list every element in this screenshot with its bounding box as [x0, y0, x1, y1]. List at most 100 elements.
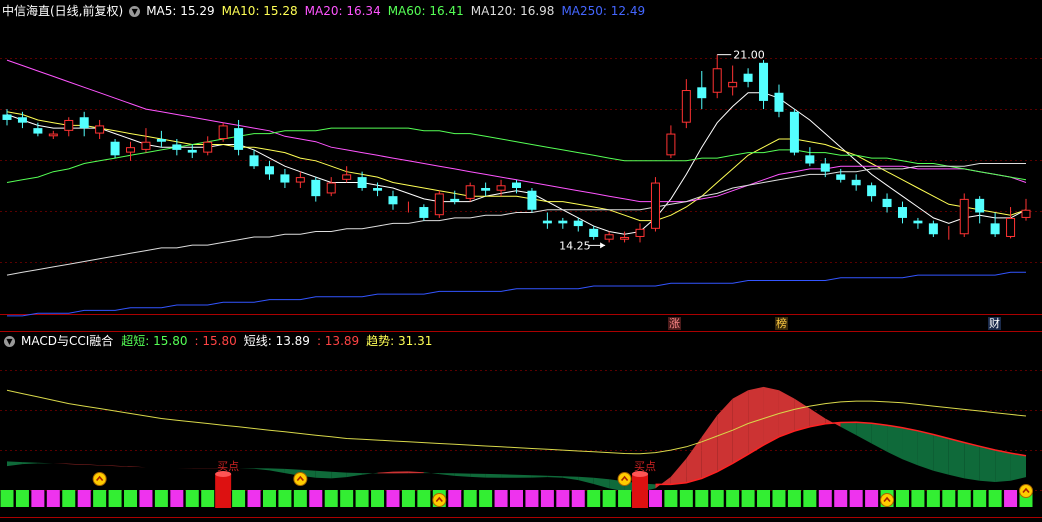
signal-square — [263, 490, 276, 507]
candle-body — [883, 199, 892, 207]
signal-square — [865, 490, 878, 507]
candle-body — [651, 183, 659, 228]
signal-square — [371, 490, 384, 507]
ma-legend-item: MA10: 15.28 — [222, 1, 298, 21]
signal-square — [695, 490, 708, 507]
macd-ribbon-segment — [486, 474, 501, 478]
macd-ribbon-segment — [501, 474, 516, 477]
macd-ribbon-segment — [918, 431, 933, 471]
candle-body — [898, 207, 907, 218]
signal-square — [942, 490, 955, 507]
candle-body — [621, 237, 629, 239]
buy-point-icon — [294, 473, 307, 486]
candle-body — [774, 93, 783, 112]
signal-square — [62, 490, 75, 507]
buy-point-icon — [618, 473, 631, 486]
indicator-panel-header: ▼ MACD与CCI融合 超短: 15.80: 15.80短线: 13.89: … — [2, 331, 445, 351]
buy-signal-bar — [632, 474, 648, 508]
candle-body — [1022, 210, 1030, 217]
limit-up-marker[interactable]: 涨 — [668, 317, 681, 330]
macd-ribbon-segment — [980, 446, 995, 482]
price-panel-header: 中信海直(日线,前复权) ▼ MA5: 15.29MA10: 15.28MA20… — [2, 1, 658, 21]
signal-square — [402, 490, 415, 507]
signal-square — [680, 490, 693, 507]
buy-signal-label: 买点 — [634, 460, 656, 473]
candle-body — [589, 229, 598, 237]
signal-square — [819, 490, 832, 507]
candle-body — [219, 126, 227, 139]
signal-square — [788, 490, 801, 507]
chevron-down-icon[interactable]: ▼ — [4, 336, 15, 347]
candle-body — [605, 235, 613, 239]
signal-square — [896, 490, 909, 507]
signal-square — [664, 490, 677, 507]
chevron-down-icon[interactable]: ▼ — [129, 6, 140, 17]
signal-square — [803, 490, 816, 507]
ma-legend-item: MA120: 16.98 — [471, 1, 555, 21]
signal-square — [973, 490, 986, 507]
candle-body — [790, 112, 799, 153]
price-panel-title: 中信海直(日线,前复权) — [2, 1, 123, 21]
macd-ribbon-segment — [995, 450, 1010, 482]
candle-body — [821, 164, 830, 172]
signal-square — [170, 490, 183, 507]
candle-body — [729, 82, 737, 86]
signal-square — [572, 490, 585, 507]
candle-body — [636, 229, 644, 236]
finance-marker[interactable]: 财 — [988, 317, 1001, 330]
indicator-value: 趋势: 31.31 — [366, 331, 432, 351]
signal-square — [726, 490, 739, 507]
signal-square — [340, 490, 353, 507]
signal-square — [31, 490, 44, 507]
signal-square — [649, 490, 662, 507]
candle-body — [836, 174, 845, 179]
signal-square — [417, 490, 430, 507]
signal-square — [495, 490, 508, 507]
candle-body — [481, 188, 490, 191]
candle-body — [682, 91, 690, 123]
candle-body — [172, 144, 181, 149]
signal-square — [958, 490, 971, 507]
signal-square — [618, 490, 631, 507]
signal-square — [47, 490, 60, 507]
signal-square — [772, 490, 785, 507]
candle-body — [234, 128, 243, 150]
signal-square — [448, 490, 461, 507]
ma-legend-item: MA20: 16.34 — [305, 1, 381, 21]
signal-square — [186, 490, 199, 507]
signal-square — [927, 490, 940, 507]
signal-square — [78, 490, 91, 507]
candle-body — [558, 221, 567, 224]
candle-body — [527, 191, 536, 210]
signal-square — [124, 490, 137, 507]
ranking-marker[interactable]: 榜 — [775, 317, 788, 330]
signal-square — [325, 490, 338, 507]
high-price-label: 21.00 — [733, 49, 765, 62]
low-price-label: 14.25 — [559, 239, 591, 252]
signal-square — [109, 490, 122, 507]
signal-square — [278, 490, 291, 507]
signal-square — [294, 490, 307, 507]
candle-body — [667, 134, 675, 155]
signal-square — [911, 490, 924, 507]
candle-body — [805, 155, 814, 163]
macd-ribbon-segment — [316, 471, 331, 479]
candle-body — [574, 221, 583, 226]
candle-body — [142, 142, 150, 149]
signal-square — [541, 490, 554, 507]
signal-square — [139, 490, 152, 507]
candle-body — [373, 188, 382, 191]
signal-square — [93, 490, 106, 507]
candle-body — [759, 63, 768, 101]
buy-signal-bar — [215, 474, 231, 508]
signal-square — [464, 490, 477, 507]
candle-body — [18, 117, 27, 122]
chart-canvas: 21.00 14.25 买点 买点 — [0, 0, 1042, 518]
buy-point-icon — [433, 494, 446, 507]
candle-body — [697, 87, 706, 98]
indicator-value: : 13.89 — [317, 331, 359, 351]
signal-square — [356, 490, 369, 507]
signal-square — [556, 490, 569, 507]
buy-signal-label: 买点 — [217, 460, 239, 473]
candle-body — [1007, 218, 1015, 236]
